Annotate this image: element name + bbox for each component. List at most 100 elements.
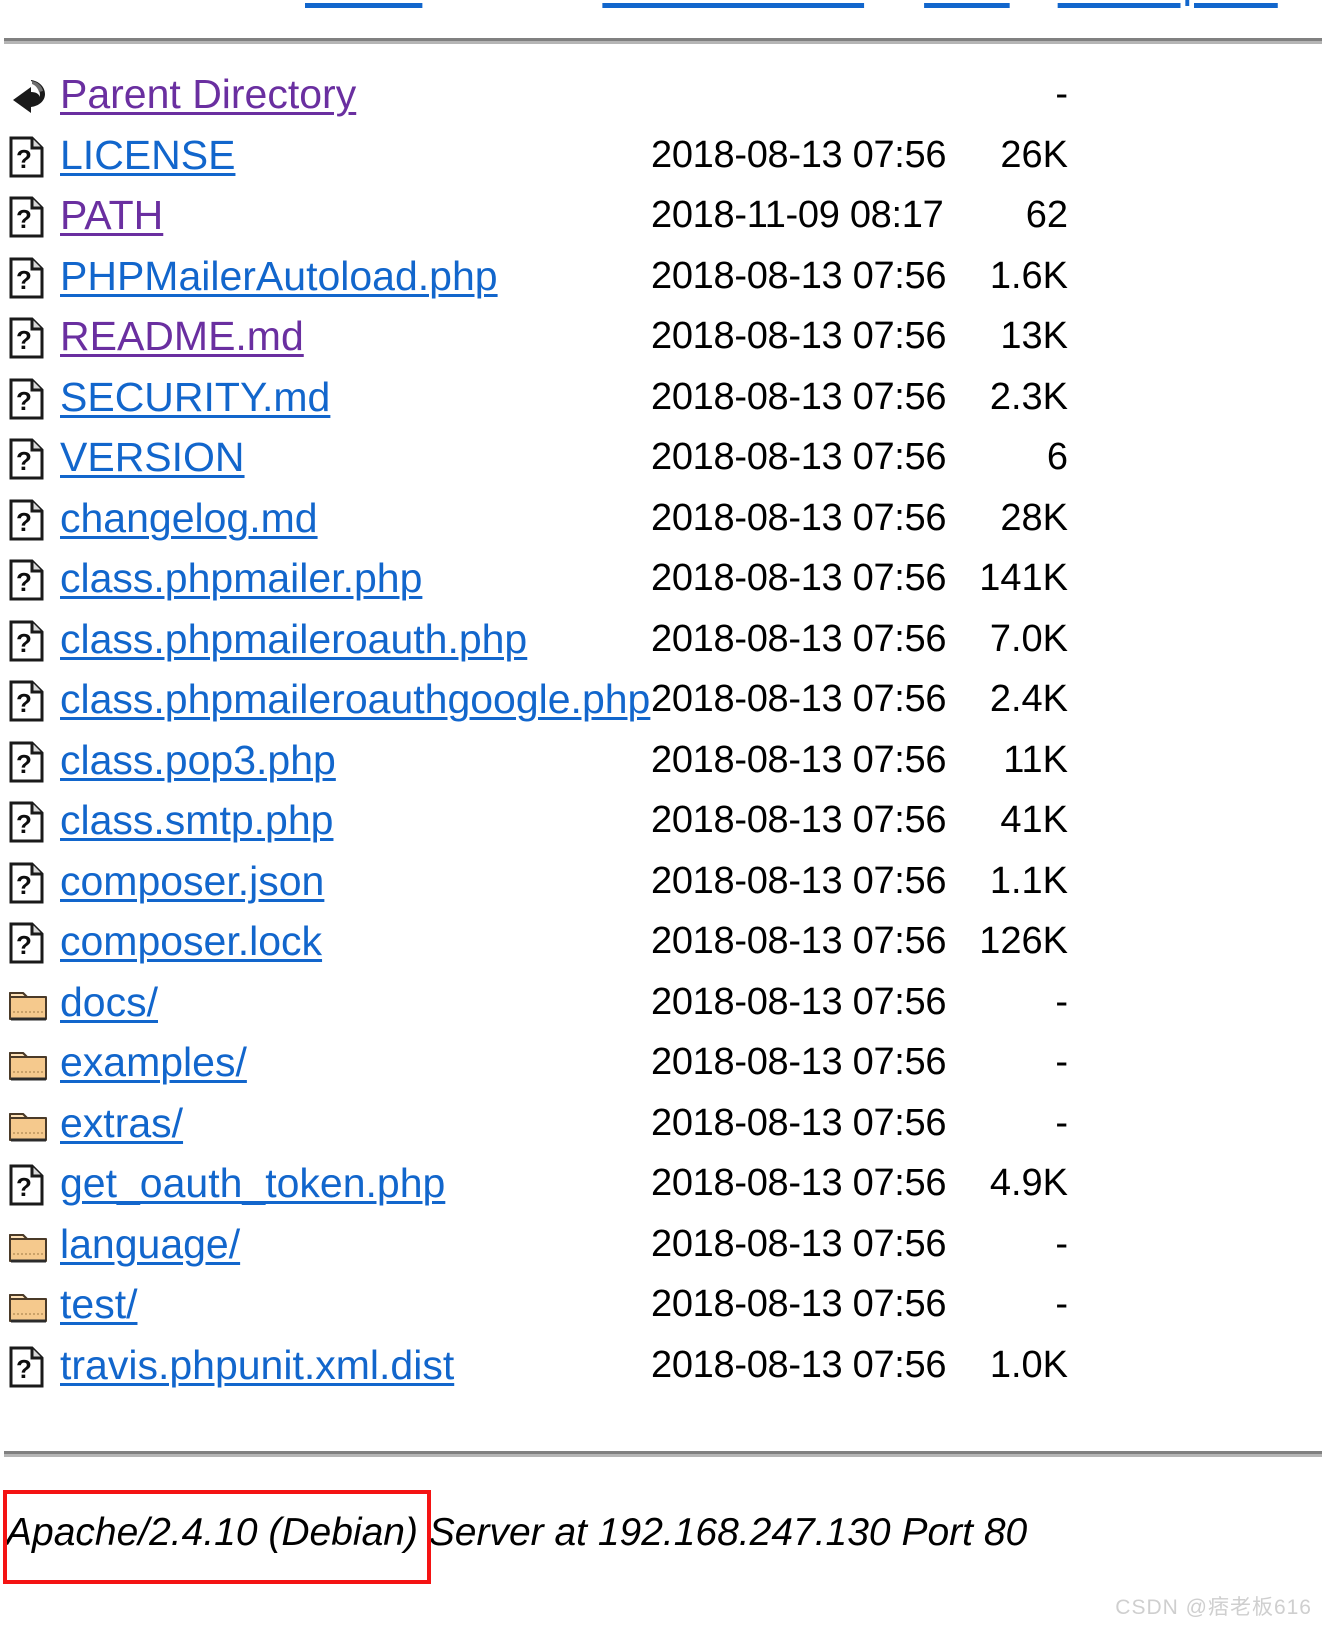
listing-entry-link[interactable]: examples/ — [60, 1039, 247, 1085]
folder-icon — [9, 991, 47, 1020]
column-header-link-size[interactable]: Size — [924, 0, 1010, 7]
unknown-file-icon: ? — [9, 559, 44, 601]
unknown-file-icon: ? — [8, 437, 48, 481]
listing-entry-link[interactable]: README.md — [60, 313, 304, 359]
listing-date-cell: 2018-08-13 07:56 — [651, 436, 947, 478]
svg-text:?: ? — [16, 507, 32, 537]
listing-row: ? class.phpmailer.php 2018-08-13 07:56 141K — [0, 548, 1326, 609]
back-arrow-icon — [13, 80, 45, 113]
listing-date-cell: 2018-08-13 07:56 — [651, 738, 947, 781]
unknown-file-icon: ? — [9, 620, 44, 661]
top-divider — [4, 38, 1322, 44]
listing-name-cell: language/ — [60, 1214, 240, 1275]
listing-row: ? class.smtp.php 2018-08-13 07:56 41K — [0, 790, 1326, 851]
column-header-link-last-modified[interactable]: Last modified — [602, 0, 864, 7]
listing-row: ? composer.lock 2018-08-13 07:56 126K — [0, 911, 1326, 972]
listing-entry-link[interactable]: SECURITY.md — [60, 374, 330, 420]
folder-icon — [8, 1103, 48, 1147]
unknown-file-icon: ? — [9, 438, 44, 480]
listing-entry-link[interactable]: PATH — [60, 192, 163, 238]
unknown-file-icon: ? — [9, 922, 44, 964]
unknown-file-icon: ? — [8, 195, 48, 239]
listing-row: ? class.phpmaileroauthgoogle.php 2018-08-1… — [0, 669, 1326, 730]
listing-size-cell: 141K — [979, 557, 1068, 599]
svg-text:?: ? — [16, 386, 32, 416]
listing-date-cell: 2018-08-13 07:56 — [651, 1283, 947, 1325]
unknown-file-icon: ? — [9, 317, 44, 359]
listing-entry-link[interactable]: PHPMailerAutoload.php — [60, 253, 498, 299]
listing-size-cell: - — [1055, 1041, 1068, 1083]
listing-size-cell: 26K — [1000, 133, 1068, 176]
listing-row: ? PATH 2018-11-09 08:17 62 — [0, 185, 1326, 246]
listing-size-cell: 1.0K — [989, 1343, 1068, 1386]
folder-icon — [8, 982, 48, 1026]
apache-directory-index-page: Name Last modified Size Description Parent … — [0, 0, 1326, 1631]
listing-name-cell: extras/ — [60, 1093, 183, 1154]
listing-row: ? class.pop3.php 2018-08-13 07:56 11K — [0, 730, 1326, 791]
listing-date-cell: 2018-08-13 07:56 — [651, 1222, 947, 1265]
listing-entry-link[interactable]: class.pop3.php — [60, 737, 336, 783]
listing-name-cell: PATH — [60, 185, 163, 246]
listing-name-cell: changelog.md — [60, 488, 318, 549]
listing-name-cell: class.phpmaileroauth.php — [60, 609, 527, 670]
listing-entry-link[interactable]: language/ — [60, 1221, 240, 1267]
listing-row: ? PHPMailerAutoload.php 2018-08-13 07:56 1.… — [0, 246, 1326, 307]
listing-size-cell: - — [1055, 73, 1068, 115]
listing-size-cell: 62 — [1025, 194, 1068, 236]
unknown-file-icon: ? — [8, 558, 48, 602]
listing-entry-link[interactable]: changelog.md — [60, 495, 318, 541]
column-header-link-name[interactable]: Name — [305, 0, 422, 7]
unknown-file-icon: ? — [8, 316, 48, 360]
listing-name-cell: composer.lock — [60, 911, 322, 972]
listing-entry-link[interactable]: test/ — [60, 1281, 137, 1327]
listing-size-cell: 126K — [979, 920, 1068, 962]
listing-row: Parent Directory - — [0, 64, 1326, 125]
listing-entry-link[interactable]: composer.lock — [60, 918, 322, 964]
listing-entry-link[interactable]: get_oauth_token.php — [60, 1160, 445, 1206]
listing-entry-link[interactable]: class.phpmailer.php — [60, 555, 422, 601]
listing-size-cell: 2.3K — [989, 375, 1068, 418]
unknown-file-icon: ? — [8, 800, 48, 844]
listing-size-cell: 13K — [1000, 315, 1068, 357]
listing-entry-link[interactable]: VERSION — [60, 434, 245, 480]
directory-listing: Parent Directory -? LICENSE 2018-08-13 07:5… — [0, 64, 1326, 1395]
unknown-file-icon: ? — [9, 378, 44, 419]
listing-row: ? class.phpmaileroauth.php 2018-08-13 07:5… — [0, 609, 1326, 670]
listing-entry-link[interactable]: composer.json — [60, 858, 324, 904]
listing-entry-link[interactable]: class.smtp.php — [60, 797, 333, 843]
unknown-file-icon: ? — [8, 377, 48, 421]
svg-text:?: ? — [16, 567, 32, 597]
listing-name-cell: VERSION — [60, 427, 245, 488]
listing-row: ? get_oauth_token.php 2018-08-13 07:56 4.9K — [0, 1153, 1326, 1214]
unknown-file-icon: ? — [9, 741, 44, 782]
listing-name-cell: travis.phpunit.xml.dist — [60, 1335, 454, 1396]
listing-row: ? README.md 2018-08-13 07:56 13K — [0, 306, 1326, 367]
svg-text:?: ? — [16, 749, 32, 779]
listing-entry-link[interactable]: travis.phpunit.xml.dist — [60, 1342, 454, 1388]
unknown-file-icon: ? — [8, 861, 48, 905]
svg-text:?: ? — [16, 930, 32, 960]
listing-date-cell: 2018-08-13 07:56 — [651, 678, 947, 720]
listing-date-cell: 2018-08-13 07:56 — [651, 859, 947, 902]
svg-text:?: ? — [16, 325, 32, 355]
listing-entry-link[interactable]: class.phpmaileroauth.php — [60, 616, 527, 662]
listing-date-cell: 2018-08-13 07:56 — [651, 1041, 947, 1083]
listing-entry-link[interactable]: class.phpmaileroauthgoogle.php — [60, 676, 650, 722]
svg-text:?: ? — [16, 1172, 32, 1202]
listing-entry-link[interactable]: docs/ — [60, 979, 158, 1025]
csdn-watermark: CSDN @痞老板616 — [1115, 1596, 1312, 1619]
listing-row: ? VERSION 2018-08-13 07:56 6 — [0, 427, 1326, 488]
listing-date-cell: 2018-08-13 07:56 — [651, 375, 947, 418]
listing-entry-link[interactable]: extras/ — [60, 1100, 183, 1146]
listing-name-cell: README.md — [60, 306, 304, 367]
listing-date-cell: 2018-08-13 07:56 — [651, 133, 947, 176]
column-header-link-description[interactable]: Description — [1058, 0, 1278, 7]
listing-entry-link[interactable]: Parent Directory — [60, 71, 356, 117]
unknown-file-icon: ? — [8, 921, 48, 965]
listing-row: ? changelog.md 2018-08-13 07:56 28K — [0, 488, 1326, 549]
listing-date-cell: 2018-08-13 07:56 — [651, 1343, 947, 1386]
folder-icon — [8, 1284, 48, 1328]
listing-name-cell: Parent Directory — [60, 64, 356, 125]
listing-entry-link[interactable]: LICENSE — [60, 132, 235, 178]
unknown-file-icon: ? — [9, 257, 44, 298]
